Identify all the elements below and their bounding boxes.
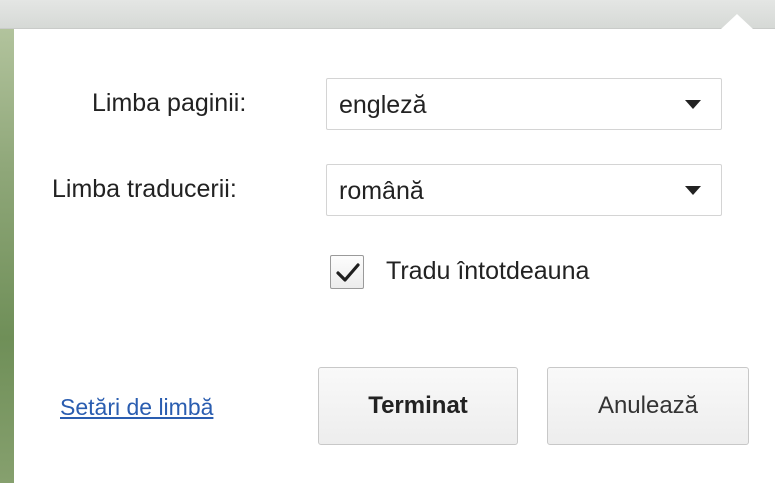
page-language-select[interactable]: engleză xyxy=(326,78,722,130)
translation-language-select[interactable]: română xyxy=(326,164,722,216)
cancel-button[interactable]: Anulează xyxy=(547,367,749,445)
page-language-value: engleză xyxy=(339,91,427,119)
checkmark-icon xyxy=(336,263,360,282)
always-translate-label[interactable]: Tradu întotdeauna xyxy=(386,257,589,286)
bubble-pointer xyxy=(721,14,753,29)
page-language-label: Limba paginii: xyxy=(92,89,247,117)
done-button[interactable]: Terminat xyxy=(318,367,518,445)
translate-window: Limba paginii: engleză Limba traducerii:… xyxy=(0,0,775,483)
browser-toolbar-edge xyxy=(0,0,775,29)
always-translate-checkbox[interactable] xyxy=(330,255,364,289)
caret-down-icon xyxy=(685,186,701,195)
translation-language-label: Limba traducerii: xyxy=(52,175,237,203)
translation-language-value: română xyxy=(339,177,424,205)
language-settings-link[interactable]: Setări de limbă xyxy=(60,394,213,421)
desktop-background xyxy=(0,0,14,483)
caret-down-icon xyxy=(685,100,701,109)
